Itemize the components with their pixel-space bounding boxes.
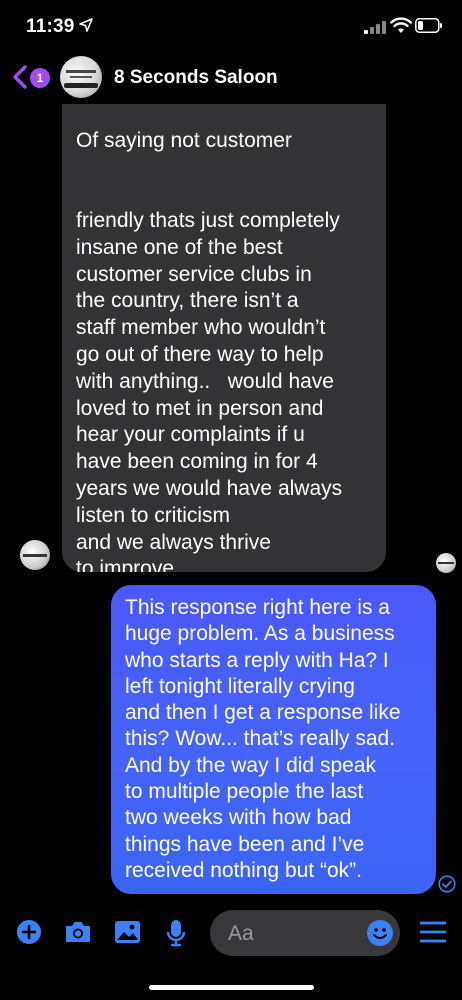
plus-icon[interactable]	[16, 919, 42, 945]
conversation-header: 1 8 Seconds Saloon	[0, 52, 462, 104]
message-input-container[interactable]	[210, 910, 400, 956]
sent-message-text: This response right here is a huge probl…	[125, 596, 401, 882]
received-message-bubble[interactable]: Of saying not customer friendly thats ju…	[62, 104, 386, 572]
received-message-cut-line: Of saying not customer	[76, 128, 292, 152]
cellular-signal-icon	[364, 20, 386, 34]
status-time: 11:39	[26, 16, 75, 37]
contact-avatar[interactable]	[60, 56, 102, 98]
camera-icon[interactable]	[64, 919, 92, 945]
location-arrow-icon	[79, 18, 93, 32]
image-icon[interactable]	[114, 919, 141, 945]
read-receipt-avatar	[436, 553, 456, 573]
home-indicator[interactable]	[149, 985, 314, 990]
delivered-check-icon	[438, 875, 456, 893]
sender-avatar[interactable]	[20, 540, 50, 570]
unread-count-badge[interactable]: 1	[30, 68, 50, 88]
received-message-text: friendly thats just completely insane on…	[76, 208, 343, 572]
menu-icon[interactable]	[420, 921, 446, 943]
emoji-icon[interactable]	[366, 919, 394, 947]
battery-icon	[415, 18, 442, 33]
message-input[interactable]	[226, 918, 360, 950]
microphone-icon[interactable]	[166, 919, 186, 947]
back-icon[interactable]	[12, 64, 28, 90]
contact-name[interactable]: 8 Seconds Saloon	[114, 67, 278, 89]
wifi-icon	[390, 17, 412, 33]
sent-message-bubble[interactable]: This response right here is a huge probl…	[111, 585, 436, 894]
received-message-clip: Of saying not customer friendly thats ju…	[62, 104, 386, 572]
status-bar: 11:39	[0, 0, 462, 52]
message-composer	[0, 905, 462, 965]
